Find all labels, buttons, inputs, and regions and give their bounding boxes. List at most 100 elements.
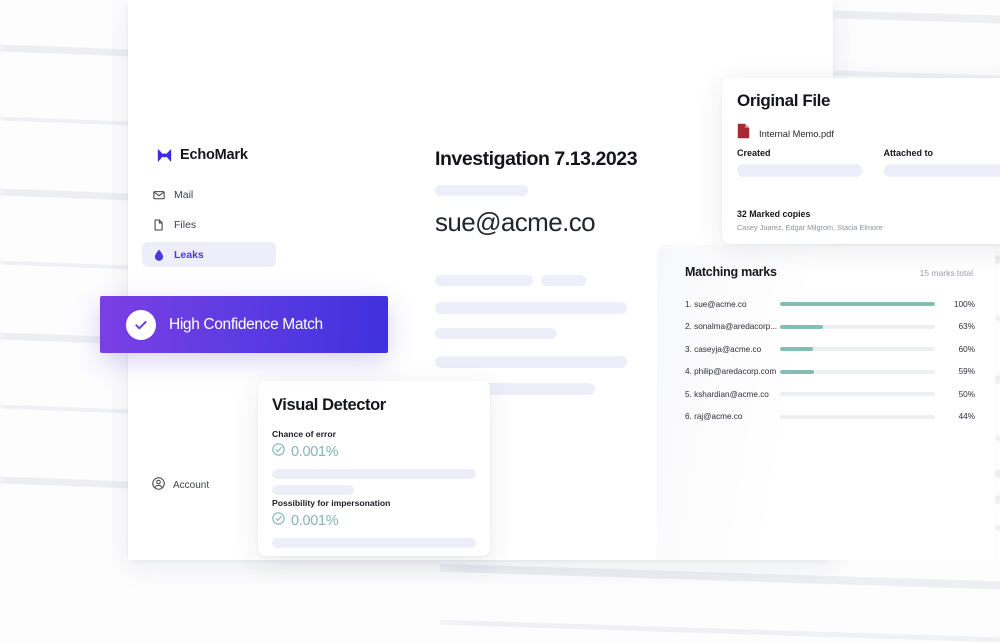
matching-mark-bar-fill bbox=[780, 369, 815, 374]
matching-mark-bar-track bbox=[780, 347, 935, 352]
matching-marks-title: Matching marks bbox=[685, 265, 777, 279]
sidebar-item-leaks[interactable]: Leaks bbox=[142, 242, 276, 267]
sidebar-item-label: Files bbox=[174, 218, 197, 231]
marked-copies-title: 32 Marked copies bbox=[737, 209, 811, 219]
matching-mark-bar-fill bbox=[780, 302, 935, 307]
background-stripe bbox=[0, 188, 129, 202]
matching-mark-percent: 63% bbox=[958, 322, 975, 332]
visual-detector-card: Visual Detector Chance of error 0.001% P… bbox=[258, 381, 490, 556]
brand: EchoMark bbox=[156, 147, 248, 163]
background-stripe bbox=[0, 404, 129, 415]
screenshot-root: EchoMark Mail Files Leaks Account Invest… bbox=[0, 0, 1000, 642]
check-circle-icon bbox=[272, 512, 285, 529]
matching-mark-row[interactable]: 1. sue@acme.co 100% bbox=[685, 293, 975, 316]
matching-mark-label: 2. sonalma@aredacorp... bbox=[685, 322, 778, 332]
created-label: Created bbox=[737, 148, 771, 158]
matching-mark-bar-track bbox=[780, 324, 935, 329]
account-label: Account bbox=[173, 479, 210, 491]
mail-icon bbox=[152, 188, 165, 201]
file-icon bbox=[152, 218, 165, 231]
matching-mark-bar-fill bbox=[780, 347, 813, 352]
matching-mark-bar-track bbox=[780, 414, 935, 419]
attached-to-value-skeleton bbox=[883, 164, 1000, 177]
metric-value-row: 0.001% bbox=[272, 512, 476, 529]
check-circle-icon bbox=[272, 443, 285, 460]
matching-marks-total: 15 marks total bbox=[919, 268, 973, 278]
skeleton-line bbox=[435, 302, 627, 314]
matching-mark-bar-track bbox=[780, 369, 935, 374]
metric-skeleton bbox=[272, 485, 354, 495]
matching-mark-label: 4. philip@aredacorp.com bbox=[685, 367, 777, 377]
metric-label: Possibility for impersonation bbox=[272, 498, 391, 508]
background-stripe bbox=[0, 44, 129, 58]
background-stripe bbox=[0, 116, 129, 127]
metric-label: Chance of error bbox=[272, 429, 336, 439]
metric-value: 0.001% bbox=[291, 512, 339, 529]
matching-mark-percent: 59% bbox=[958, 367, 975, 377]
skeleton-line bbox=[435, 275, 533, 286]
account-avatar-icon bbox=[152, 477, 165, 493]
background-stripe bbox=[0, 260, 129, 271]
matching-mark-label: 1. sue@acme.co bbox=[685, 299, 747, 309]
background-stripe bbox=[0, 476, 129, 490]
metric-skeleton bbox=[272, 538, 476, 548]
background-stripe bbox=[440, 618, 1000, 642]
matching-mark-percent: 100% bbox=[954, 299, 975, 309]
matching-mark-label: 5. kshardian@acme.co bbox=[685, 389, 769, 399]
attached-to-field: Attached to bbox=[883, 148, 1000, 177]
matching-mark-row[interactable]: 6. raj@acme.co 44% bbox=[685, 406, 975, 429]
original-file-row[interactable]: Internal Memo.pdf bbox=[737, 123, 834, 144]
created-value-skeleton bbox=[737, 164, 862, 177]
visual-detector-title: Visual Detector bbox=[272, 396, 386, 414]
matching-mark-label: 3. caseyja@acme.co bbox=[685, 344, 762, 354]
skeleton-line bbox=[435, 356, 627, 368]
matching-mark-row[interactable]: 2. sonalma@aredacorp... 63% bbox=[685, 316, 975, 339]
high-confidence-match-banner: High Confidence Match bbox=[100, 296, 388, 353]
skeleton-line bbox=[435, 185, 528, 196]
brand-name: EchoMark bbox=[180, 147, 248, 163]
background-stripe bbox=[833, 10, 1000, 25]
matching-mark-percent: 60% bbox=[958, 344, 975, 354]
sidebar-item-files[interactable]: Files bbox=[142, 212, 276, 237]
metric-possibility-for-impersonation: Possibility for impersonation 0.001% bbox=[272, 498, 476, 548]
pdf-file-icon bbox=[737, 123, 750, 144]
matching-mark-row[interactable]: 5. kshardian@acme.co 50% bbox=[685, 383, 975, 406]
original-file-name: Internal Memo.pdf bbox=[759, 128, 834, 139]
matching-marks-header: Matching marks 15 marks total bbox=[685, 265, 973, 279]
metric-skeleton bbox=[272, 469, 476, 479]
sidebar-nav: Mail Files Leaks bbox=[142, 182, 276, 272]
skeleton-line bbox=[541, 275, 586, 286]
sidebar-item-account[interactable]: Account bbox=[152, 477, 209, 493]
metric-chance-of-error: Chance of error 0.001% bbox=[272, 429, 476, 495]
matching-mark-row[interactable]: 3. caseyja@acme.co 60% bbox=[685, 338, 975, 361]
subject-email: sue@acme.co bbox=[435, 207, 596, 237]
original-file-title: Original File bbox=[737, 91, 831, 110]
matching-mark-bar-fill bbox=[780, 324, 824, 329]
check-circle-filled-icon bbox=[126, 309, 156, 340]
metric-value-row: 0.001% bbox=[272, 443, 476, 460]
created-field: Created bbox=[737, 148, 862, 177]
original-file-card: Original File Internal Memo.pdf Created … bbox=[722, 78, 1000, 244]
matching-marks-list: 1. sue@acme.co 100% 2. sonalma@aredacorp..… bbox=[685, 293, 975, 428]
drop-icon bbox=[152, 248, 165, 261]
marked-copies: 32 Marked copies Casey Juarez, Edgar Mil… bbox=[737, 209, 883, 232]
skeleton-line bbox=[435, 328, 557, 339]
original-file-meta: Created Attached to bbox=[737, 148, 1000, 177]
marked-copies-names: Casey Juarez, Edgar Milgrom, Stacia Elmo… bbox=[737, 223, 883, 232]
matching-marks-panel: Matching marks 15 marks total 1. sue@acm… bbox=[657, 245, 995, 560]
matching-mark-label: 6. raj@acme.co bbox=[685, 412, 743, 422]
metric-value: 0.001% bbox=[291, 443, 339, 460]
background-stripe bbox=[440, 562, 1000, 593]
confidence-banner-label: High Confidence Match bbox=[169, 315, 323, 333]
matching-mark-percent: 50% bbox=[958, 389, 975, 399]
sidebar-item-label: Mail bbox=[174, 188, 194, 201]
page-title: Investigation 7.13.2023 bbox=[435, 148, 638, 170]
matching-mark-bar-track bbox=[780, 302, 935, 307]
butterfly-logo-icon bbox=[156, 148, 173, 163]
sidebar-item-mail[interactable]: Mail bbox=[142, 182, 276, 207]
attached-to-label: Attached to bbox=[883, 148, 934, 158]
matching-mark-row[interactable]: 4. philip@aredacorp.com 59% bbox=[685, 361, 975, 384]
matching-mark-percent: 44% bbox=[958, 412, 975, 422]
sidebar-item-label: Leaks bbox=[174, 248, 204, 261]
matching-mark-bar-track bbox=[780, 392, 935, 397]
